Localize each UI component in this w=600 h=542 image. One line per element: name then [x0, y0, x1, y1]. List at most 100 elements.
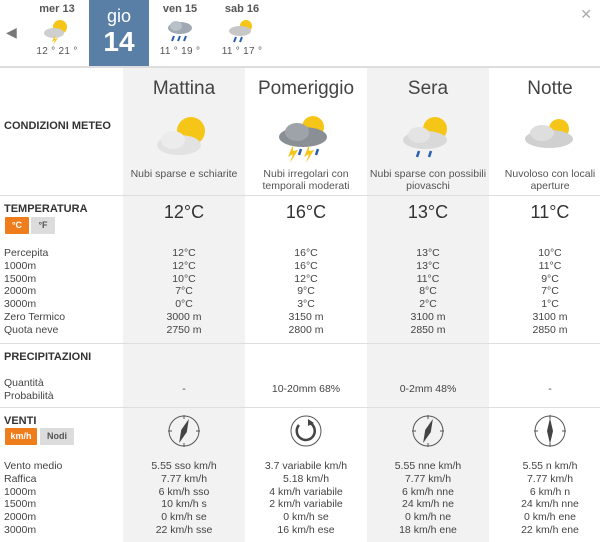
cell: 2850 m	[532, 323, 568, 336]
day-strip: ◀ mer 13 12 ° 21 ° gio 14 ven 15 11 ° 19…	[0, 0, 600, 66]
cell: 5.55 nne km/h	[394, 460, 462, 472]
wind-direction-compass-icon	[489, 413, 600, 449]
temp-mattina: 12°C	[163, 202, 205, 222]
period-sera: Sera	[407, 78, 449, 99]
cell: 13°C	[416, 247, 440, 259]
cell: 9°C	[297, 285, 315, 298]
cloud-rain-icon	[164, 17, 196, 45]
fahrenheit-toggle[interactable]: °F	[31, 217, 55, 234]
temp-sera: 13°C	[407, 202, 449, 222]
cell: 2750 m	[166, 323, 202, 336]
close-icon[interactable]: ✕	[580, 6, 592, 23]
precipitation-sera: 0-2mm 48%	[399, 383, 457, 395]
wind-values-pomeriggio: 3.7 variabile km/h 5.18 km/h 4 km/h vari…	[245, 460, 367, 537]
cell: 10°C	[538, 247, 562, 259]
cell: 24 km/h ne	[402, 498, 454, 511]
cell: 16°C	[294, 259, 318, 272]
kmh-toggle[interactable]: km/h	[5, 428, 37, 445]
cell: 2 km/h variabile	[269, 498, 343, 511]
cell: 7.77 km/h	[160, 472, 208, 485]
wind-values-notte: 5.55 n km/h 7.77 km/h 6 km/h n 24 km/h n…	[489, 460, 600, 537]
row-label: 1500m	[4, 272, 37, 285]
period-notte: Notte	[527, 78, 573, 99]
celsius-toggle[interactable]: °C	[5, 217, 29, 234]
cell: 1°C	[541, 298, 559, 311]
temperature-row-labels: Percepita 1000m 1500m 2000m 3000m Zero T…	[4, 247, 65, 337]
cell: 10°C	[172, 272, 196, 285]
wind-values-mattina: 5.55 sso km/h 7.77 km/h 6 km/h sso 10 km…	[123, 460, 245, 537]
row-label: 1500m	[4, 498, 37, 511]
row-label: Quantità	[4, 377, 44, 389]
temperature-values-mattina: 12°C 12°C 10°C 7°C 0°C 3000 m 2750 m	[123, 247, 245, 337]
cell: 13°C	[416, 259, 440, 272]
precipitation-pomeriggio: 10-20mm 68%	[271, 383, 341, 395]
cell: 0 km/h se	[161, 511, 207, 524]
cell: 3.7 variabile km/h	[264, 460, 348, 472]
condition-text-pomeriggio: Nubi irregolari con temporali moderati	[262, 168, 350, 192]
cell: 16 km/h ese	[277, 523, 335, 536]
cell: 22 km/h ene	[521, 523, 579, 536]
day-name: sab 16	[224, 3, 260, 15]
day-gio-14-selected[interactable]: gio 14	[89, 0, 149, 66]
cell: 7°C	[541, 285, 559, 298]
row-label: Zero Termico	[4, 310, 66, 323]
knots-toggle[interactable]: Nodi	[40, 428, 74, 445]
row-label: Percepita	[4, 247, 49, 259]
condition-text-mattina: Nubi sparse e schiarite	[130, 168, 238, 180]
thunderstorm-icon	[245, 113, 367, 163]
partly-cloudy-icon	[123, 113, 245, 163]
row-label: 2000m	[4, 511, 37, 524]
cell: 2800 m	[288, 323, 324, 336]
sun-storm-icon	[41, 17, 73, 45]
cell: 3150 m	[288, 310, 324, 323]
cell: 24 km/h nne	[521, 498, 579, 511]
day-name: mer 13	[39, 3, 75, 15]
cell: 5.55 n km/h	[522, 460, 578, 472]
wind-variable-icon	[245, 413, 367, 449]
conditions-label: CONDIZIONI METEO	[4, 120, 111, 132]
cloud-showers-icon	[367, 113, 489, 163]
wind-direction-compass-icon	[123, 413, 245, 449]
cell: 7.77 km/h	[404, 472, 452, 485]
wind-values-sera: 5.55 nne km/h 7.77 km/h 6 km/h nne 24 km…	[367, 460, 489, 537]
day-ven-15[interactable]: ven 15 11 ° 19 °	[149, 0, 211, 66]
strip-divider	[0, 66, 600, 68]
wind-row-labels: Vento medio Raffica 1000m 1500m 2000m 30…	[4, 460, 62, 537]
day-name: ven 15	[162, 3, 198, 15]
cell: 4 km/h variabile	[269, 485, 343, 498]
temperature-values-pomeriggio: 16°C 16°C 12°C 9°C 3°C 3150 m 2800 m	[245, 247, 367, 337]
wind-label: VENTI	[4, 415, 37, 427]
row-label: Probabilità	[4, 389, 54, 402]
cell: 0 km/h ne	[404, 511, 452, 524]
day-name: gio	[106, 6, 132, 26]
row-label: 3000m	[4, 523, 37, 536]
cell: 12°C	[172, 259, 196, 272]
cell: 5.55 sso km/h	[151, 460, 217, 472]
cell: 11°C	[416, 272, 440, 285]
cell: 0 km/h se	[283, 511, 329, 524]
cell: 0°C	[175, 298, 193, 311]
cell: 6 km/h nne	[402, 485, 454, 498]
cell: 8°C	[419, 285, 437, 298]
cell: 6 km/h n	[529, 485, 571, 498]
cell: 18 km/h ene	[399, 523, 457, 536]
row-label: Vento medio	[4, 460, 63, 472]
cell: 22 km/h sse	[155, 523, 213, 536]
cell: 2850 m	[410, 323, 446, 336]
cell: 0 km/h ene	[524, 511, 576, 524]
day-mer-13[interactable]: mer 13 12 ° 21 °	[26, 0, 88, 66]
day-temps: 11 ° 19 °	[159, 46, 201, 57]
cloud-sun-rain-icon	[226, 17, 258, 45]
period-mattina: Mattina	[152, 78, 216, 99]
cell: 12°C	[172, 247, 196, 259]
day-number: 14	[103, 26, 135, 57]
day-sab-16[interactable]: sab 16 11 ° 17 °	[211, 0, 273, 66]
temperature-values-sera: 13°C 13°C 11°C 8°C 2°C 3100 m 2850 m	[367, 247, 489, 337]
period-pomeriggio: Pomeriggio	[257, 78, 355, 99]
section-divider	[0, 343, 600, 344]
section-divider	[0, 407, 600, 408]
previous-days-arrow-icon[interactable]: ◀	[6, 24, 18, 42]
precipitation-mattina: -	[182, 383, 186, 395]
cell: 11°C	[538, 259, 562, 272]
cell: 6 km/h sso	[158, 485, 210, 498]
